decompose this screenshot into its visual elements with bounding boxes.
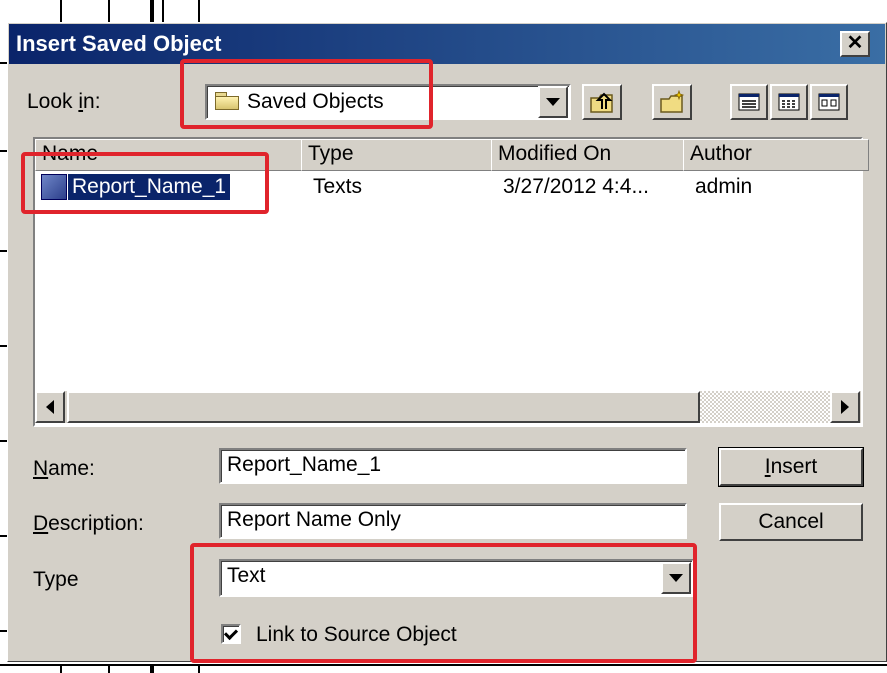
type-label: Type (33, 568, 79, 591)
description-input-value: Report Name Only (227, 508, 401, 531)
name-input-value: Report_Name_1 (227, 453, 382, 476)
background-grid-line (198, 664, 200, 673)
background-grid-line (0, 535, 7, 537)
background-grid-line (0, 345, 7, 347)
scroll-left-button[interactable] (35, 391, 65, 423)
background-grid-line (198, 0, 200, 22)
background-grid-line (150, 664, 154, 673)
background-grid-line (0, 150, 7, 152)
close-icon: ✕ (846, 32, 864, 54)
up-one-level-button[interactable] (582, 84, 622, 120)
background-grid-line (162, 0, 164, 22)
background-grid-line (0, 62, 7, 64)
annotation-highlight-type-link (190, 543, 697, 663)
dialog-title: Insert Saved Object (16, 31, 222, 56)
details-view-button[interactable] (770, 84, 808, 120)
annotation-highlight-look-in (180, 59, 433, 129)
annotation-highlight-report-row (21, 152, 269, 214)
scrollbar-track[interactable] (700, 391, 830, 423)
row-type-cell: Texts (313, 175, 363, 198)
new-folder-button[interactable] (652, 84, 692, 120)
list-view-button[interactable] (730, 84, 768, 120)
background-grid-line (150, 0, 154, 22)
scroll-right-button[interactable] (830, 391, 860, 423)
look-in-label: Look in: (27, 90, 101, 113)
arrow-left-icon (46, 400, 54, 414)
description-input[interactable]: Report Name Only (219, 503, 687, 539)
description-label: Description: (33, 512, 144, 535)
background-grid-line (108, 664, 110, 673)
name-label: Name: (33, 457, 95, 480)
background-grid-line (0, 630, 7, 632)
close-button[interactable]: ✕ (840, 31, 870, 57)
scrollbar-thumb[interactable] (67, 391, 700, 423)
thumbnail-view-icon (818, 93, 840, 111)
chevron-down-icon (546, 98, 560, 106)
cancel-button[interactable]: Cancel (719, 503, 863, 541)
new-folder-icon (660, 90, 685, 113)
insert-button[interactable]: Insert (718, 447, 864, 487)
column-header-author[interactable]: Author (683, 139, 869, 171)
thumbnail-view-button[interactable] (810, 84, 848, 120)
background-grid-line (0, 250, 7, 252)
row-modified-cell: 3/27/2012 4:4... (503, 175, 649, 198)
background-grid-line (0, 664, 887, 666)
column-header-type[interactable]: Type (301, 139, 499, 171)
name-input[interactable]: Report_Name_1 (219, 448, 687, 484)
background-grid-line (108, 0, 110, 22)
background-grid-line (60, 0, 62, 22)
column-header-modified-on[interactable]: Modified On (491, 139, 691, 171)
row-author-cell: admin (695, 175, 753, 198)
list-view-icon (738, 93, 760, 111)
background-grid-line (0, 440, 7, 442)
up-folder-icon (590, 92, 613, 113)
arrow-right-icon (841, 400, 849, 414)
details-view-icon (778, 93, 800, 111)
background-grid-line (60, 664, 62, 673)
look-in-dropdown-button[interactable] (538, 86, 568, 118)
